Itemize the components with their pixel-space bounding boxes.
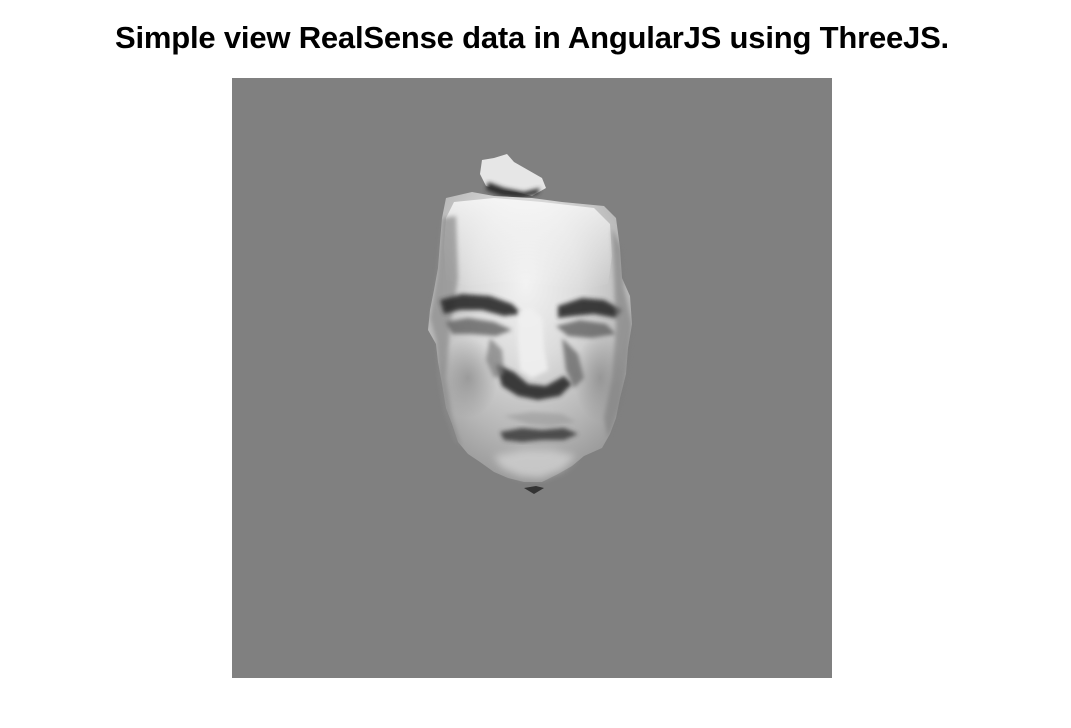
page: Simple view RealSense data in AngularJS … [0, 0, 1071, 728]
face-mesh [428, 192, 632, 482]
face-hair-tuft [480, 154, 546, 198]
face-mesh-render [428, 154, 632, 494]
page-title: Simple view RealSense data in AngularJS … [115, 20, 949, 55]
threejs-viewer-canvas[interactable] [232, 78, 832, 678]
mesh-fragment [524, 486, 544, 494]
